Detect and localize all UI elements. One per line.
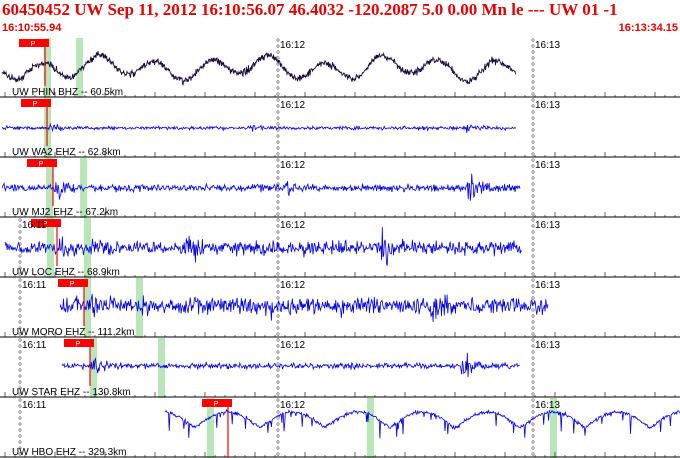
time-label: 16:12 <box>280 340 305 351</box>
time-label: 16:13 <box>535 400 560 411</box>
time-label: 16:12 <box>280 160 305 171</box>
pick-label: P <box>31 41 36 48</box>
station-label: UW MJ2 EHZ -- 67.2km <box>12 207 118 218</box>
pick-label: P <box>76 341 81 348</box>
station-panel: P 16:11 16:12 16:13 UW MORO EHZ -- 111.2km <box>0 278 680 338</box>
waveform-trace <box>61 352 521 378</box>
pick-marker: P <box>27 159 57 206</box>
pick-label: P <box>214 401 219 408</box>
station-label: UW PHIN BHZ -- 60.5km <box>12 87 123 98</box>
station-panel: P 16:12 16:13 UW MJ2 EHZ -- 67.2km <box>0 158 680 218</box>
station-panel: P16:11 16:12 16:13UW LOC EHZ -- 68.9km <box>0 218 680 278</box>
event-header: 60450452 UW Sep 11, 2012 16:10:56.07 46.… <box>0 0 680 38</box>
seismogram-panels: P 16:12 16:13 UW PHIN BHZ -- 60.5km P 16:12 16… <box>0 38 680 458</box>
time-label: 16:12 <box>280 40 305 51</box>
station-panel: P 16:11 16:12 16:13 UW HBO EHZ -- 329.3km <box>0 398 680 458</box>
pick-label: P <box>70 281 75 288</box>
waveform-trace <box>1 173 521 201</box>
seismogram-canvas: P 16:12 16:13 UW PHIN BHZ -- 60.5km P 16:12 16… <box>0 38 680 458</box>
time-label: 16:13 <box>535 340 560 351</box>
time-label: 16:11 <box>22 280 47 291</box>
time-label: 16:12 <box>280 280 305 291</box>
waveform-trace <box>164 408 680 439</box>
station-panel: P 16:12 16:13 UW PHIN BHZ -- 60.5km <box>0 38 680 98</box>
station-label: UW LOC EHZ -- 68.9km <box>12 267 120 278</box>
start-time: 16:10:55.94 <box>2 22 62 34</box>
time-label: 16:13 <box>535 100 560 111</box>
waveform-trace <box>1 122 517 134</box>
pick-marker: P <box>202 399 232 458</box>
time-label: 16:12 <box>280 100 305 111</box>
station-panel: P 16:11 16:12 16:13 UW STAR EHZ -- 130.8km <box>0 338 680 398</box>
time-label: 16:12 <box>280 400 305 411</box>
station-panel: P 16:12 16:13 UW WA2 EHZ -- 62.8km <box>0 98 680 158</box>
time-label: 16:13 <box>535 40 560 51</box>
waveform-trace <box>59 293 549 322</box>
time-label: 16:12 <box>280 220 305 231</box>
time-label: 16:11 <box>22 220 47 231</box>
end-time: 16:13:34.15 <box>618 22 678 34</box>
waveform-trace <box>4 227 522 266</box>
time-label: 16:13 <box>535 280 560 291</box>
pick-window-band <box>367 398 374 458</box>
event-title: 60450452 UW Sep 11, 2012 16:10:56.07 46.… <box>2 0 618 19</box>
time-label: 16:13 <box>535 160 560 171</box>
pick-marker: P <box>58 279 88 326</box>
time-label: 16:11 <box>22 400 47 411</box>
station-label: UW WA2 EHZ -- 62.8km <box>12 147 121 158</box>
station-label: UW HBO EHZ -- 329.3km <box>12 447 126 458</box>
pick-marker: P <box>64 339 94 386</box>
station-label: UW STAR EHZ -- 130.8km <box>12 387 131 398</box>
pick-label: P <box>33 101 38 108</box>
time-label: 16:11 <box>22 340 47 351</box>
time-label: 16:13 <box>535 220 560 231</box>
pick-marker: P <box>21 99 51 146</box>
pick-label: P <box>39 161 44 168</box>
station-label: UW MORO EHZ -- 111.2km <box>12 327 134 338</box>
